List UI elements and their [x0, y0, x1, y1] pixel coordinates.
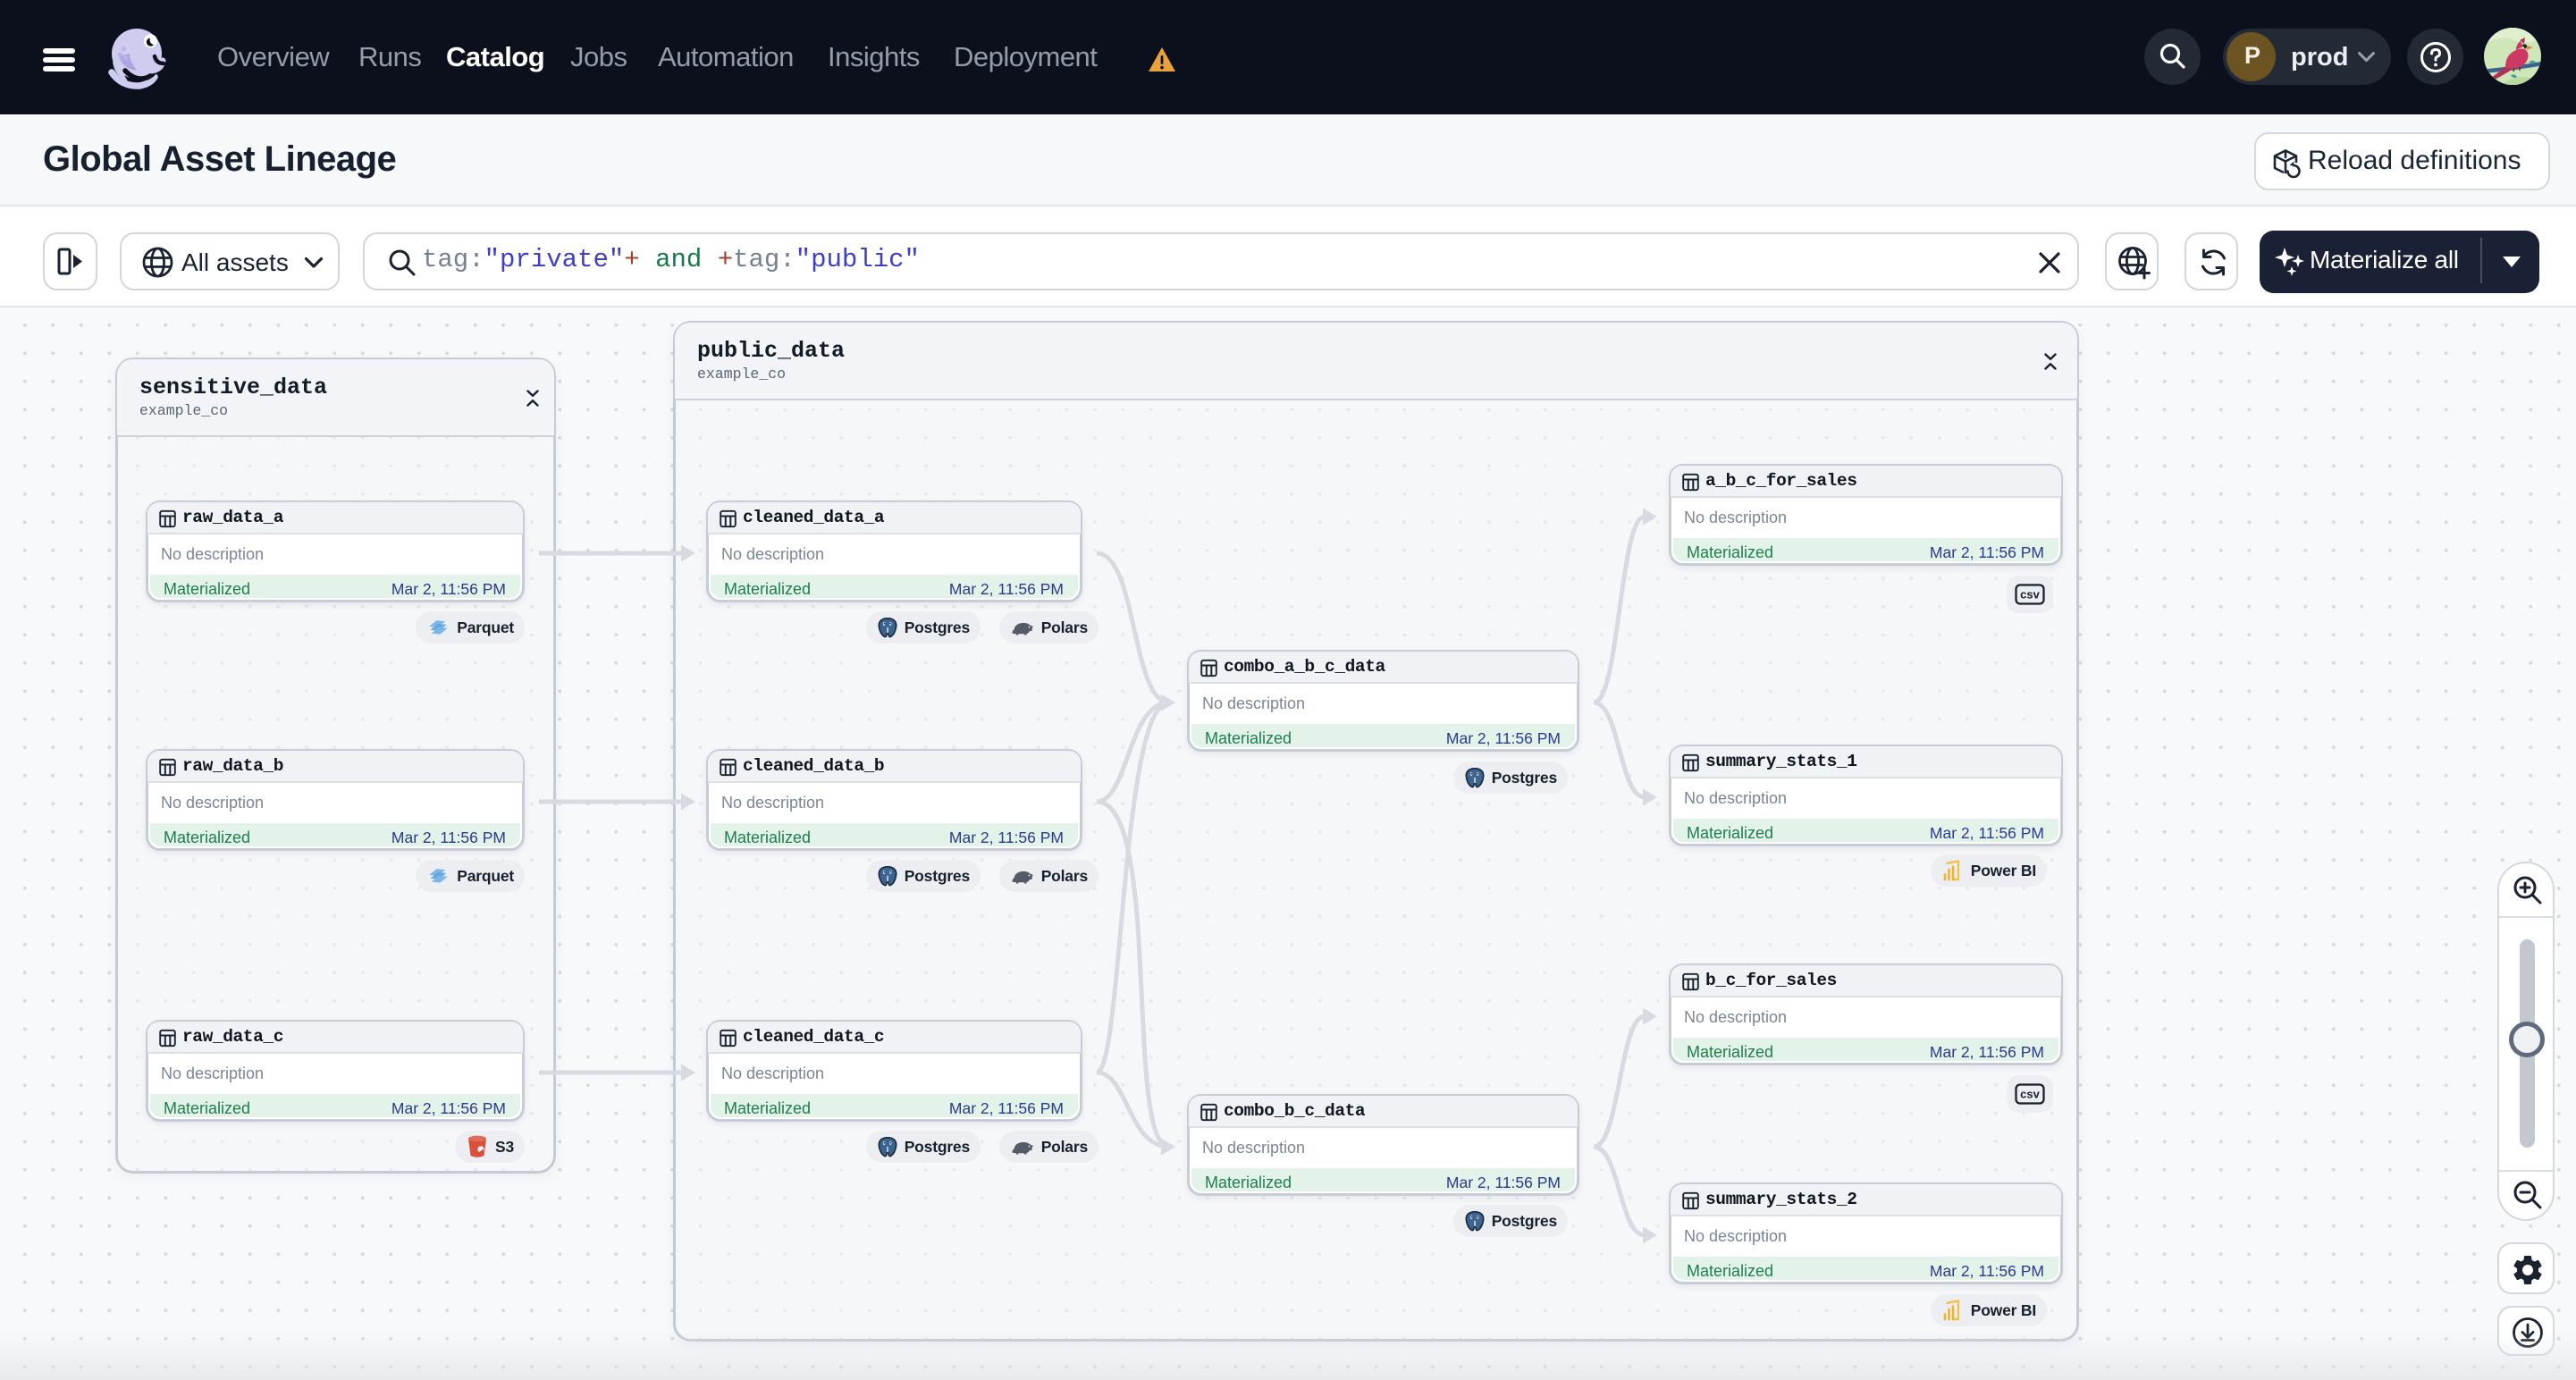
svg-text:csv: csv — [2020, 588, 2040, 602]
svg-text:csv: csv — [2020, 1088, 2040, 1101]
